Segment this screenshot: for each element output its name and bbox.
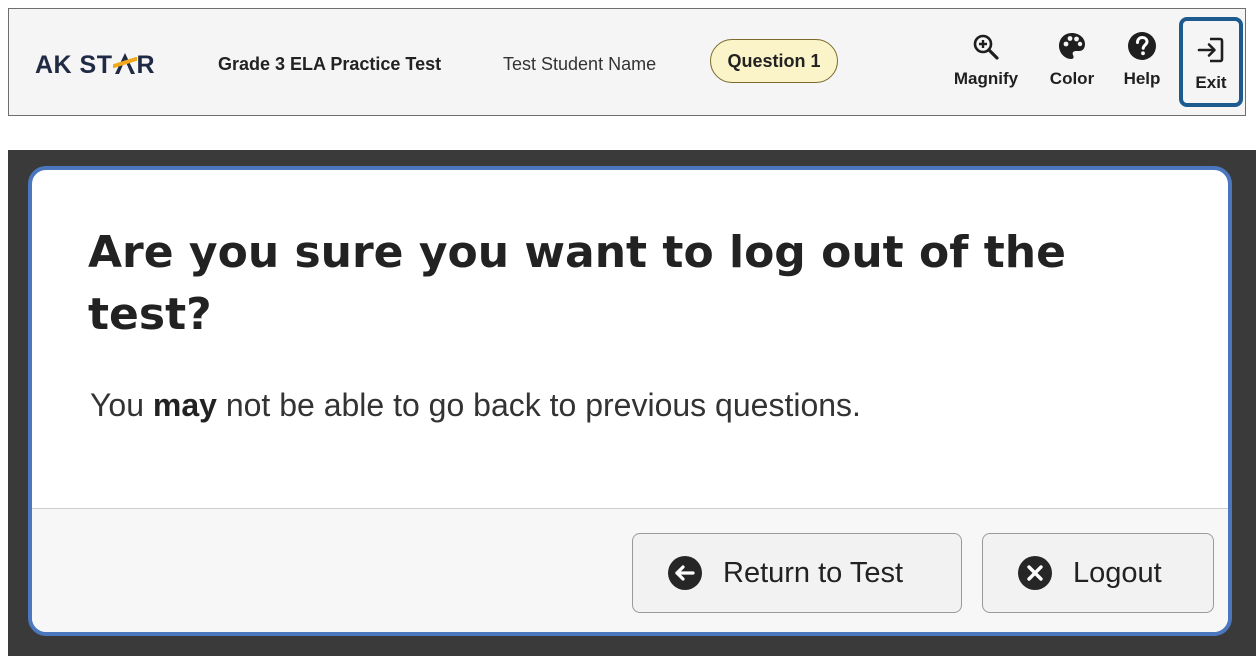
- arrow-left-circle-icon: [668, 556, 702, 590]
- palette-icon: [1057, 27, 1087, 61]
- question-circle-icon: [1127, 27, 1157, 61]
- dialog-message-end: not be able to go back to previous quest…: [216, 387, 861, 423]
- dialog-title: Are you sure you want to log out of the …: [88, 227, 1066, 340]
- color-label: Color: [1049, 69, 1095, 88]
- close-circle-icon: [1018, 556, 1052, 590]
- return-to-test-label: Return to Test: [723, 556, 904, 589]
- magnify-button[interactable]: Magnify: [946, 27, 1026, 103]
- top-toolbar: AK ST R Grade 3 ELA Practice Test Test St…: [8, 8, 1246, 116]
- logout-dialog: Are you sure you want to log out of the …: [28, 166, 1232, 636]
- help-label: Help: [1123, 69, 1161, 88]
- color-button[interactable]: Color: [1042, 27, 1102, 103]
- question-badge: Question 1: [710, 39, 838, 83]
- ak-star-logo: AK ST R: [35, 51, 156, 79]
- help-button[interactable]: Help: [1116, 27, 1168, 103]
- exit-door-icon: [1196, 31, 1226, 65]
- magnify-plus-icon: [972, 27, 1000, 61]
- logout-button[interactable]: Logout: [982, 533, 1214, 613]
- student-name: Test Student Name: [503, 54, 657, 74]
- dialog-footer: Return to Test Logout: [32, 508, 1228, 632]
- test-name: Grade 3 ELA Practice Test: [218, 54, 442, 74]
- dialog-message-emphasis: may: [152, 387, 217, 423]
- logout-label: Logout: [1073, 556, 1162, 589]
- exit-button[interactable]: Exit: [1179, 17, 1243, 107]
- magnify-label: Magnify: [953, 69, 1019, 88]
- exit-label: Exit: [1195, 73, 1227, 92]
- dialog-message: You may not be able to go back to previo…: [90, 387, 861, 424]
- dialog-message-start: You: [90, 387, 153, 423]
- return-to-test-button[interactable]: Return to Test: [632, 533, 962, 613]
- logo-star-a-icon: [112, 53, 137, 74]
